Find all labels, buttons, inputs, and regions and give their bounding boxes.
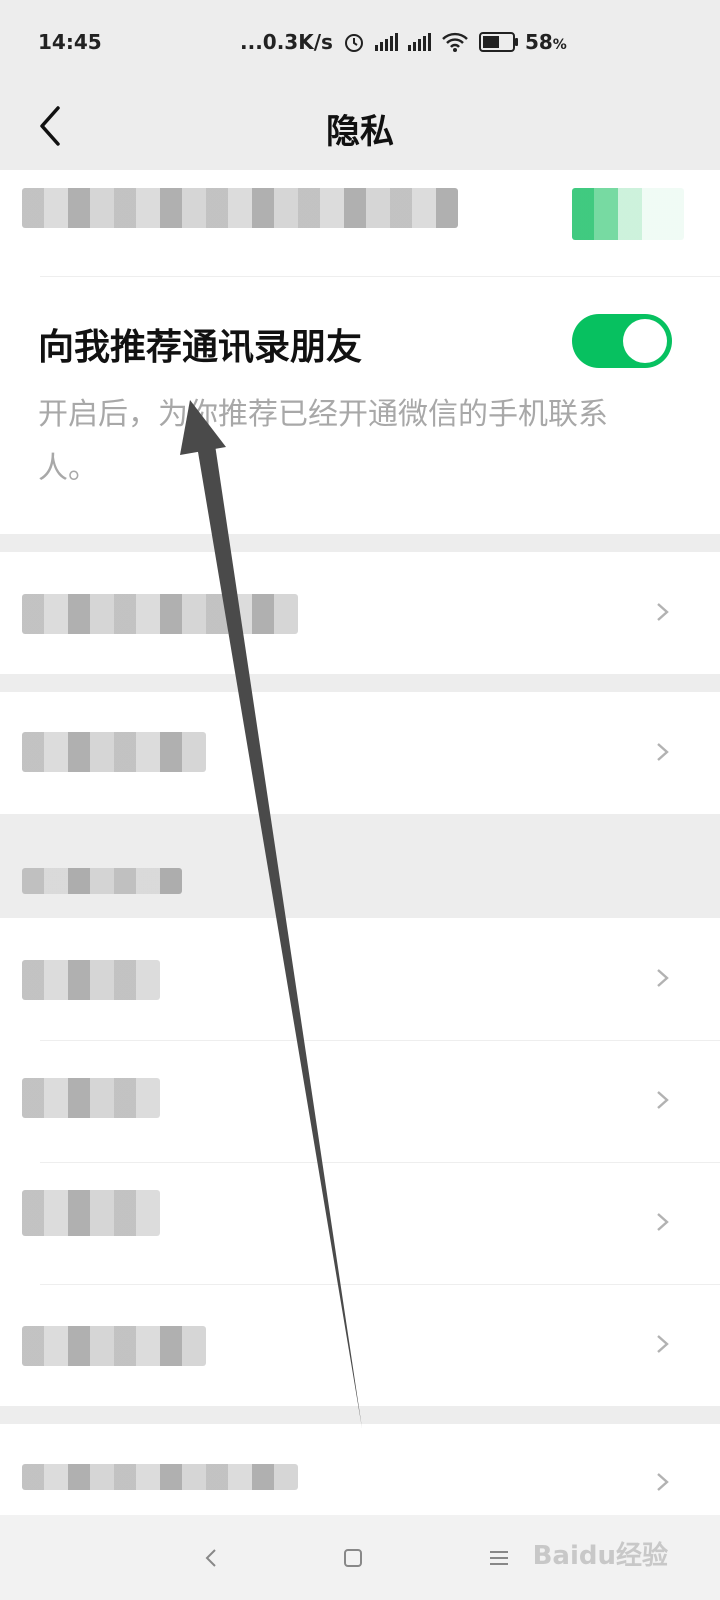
chevron-right-icon (657, 1213, 669, 1231)
blurred-item-label (22, 1326, 206, 1366)
chevron-right-icon (657, 969, 669, 987)
status-indicators: ...0.3K/s 58% (240, 30, 567, 54)
list-item[interactable] (0, 1284, 720, 1406)
blurred-setting-label (22, 188, 458, 228)
signal-icon (374, 33, 398, 51)
list-item[interactable] (0, 918, 720, 1040)
list-item[interactable] (0, 552, 720, 674)
list-item[interactable] (0, 1040, 720, 1162)
recommend-contacts-toggle[interactable] (572, 314, 672, 368)
baidu-watermark: Baidu经验 (532, 1541, 668, 1571)
list-item[interactable] (0, 692, 720, 814)
nav-menu-icon[interactable] (484, 1543, 514, 1573)
status-bar: 14:45 ...0.3K/s 58% (0, 0, 720, 86)
network-speed: ...0.3K/s (240, 30, 333, 54)
page-title: 隐私 (326, 112, 394, 152)
blurred-item-label (22, 1464, 298, 1490)
toggle-knob (623, 319, 667, 363)
list-item[interactable] (0, 1162, 720, 1284)
battery-icon (478, 32, 518, 52)
recommend-contacts-label: 向我推荐通讯录朋友 (38, 327, 363, 368)
recommend-contacts-description: 开启后，为你推荐已经开通微信的手机联系人。 (38, 397, 608, 486)
chevron-right-icon (657, 1473, 669, 1491)
system-nav-bar: Baidu经验 (0, 1515, 720, 1600)
signal-icon (407, 33, 431, 51)
list-item[interactable] (0, 1424, 720, 1515)
nav-home-icon[interactable] (338, 1543, 368, 1573)
wifi-icon (442, 32, 468, 52)
nav-bar: 隐私 (0, 86, 720, 170)
chevron-right-icon (657, 603, 669, 621)
chevron-right-icon (657, 1335, 669, 1353)
privacy-card-group (0, 918, 720, 1406)
chevron-right-icon (657, 743, 669, 761)
status-time: 14:45 (38, 30, 102, 54)
blurred-toggle[interactable] (572, 188, 684, 240)
battery-percent: 58% (524, 30, 567, 54)
nav-back-icon[interactable] (196, 1543, 226, 1573)
blurred-item-label (22, 1078, 160, 1118)
section-header (0, 820, 720, 920)
alarm-icon (344, 34, 363, 52)
battery-fill (482, 36, 499, 48)
blurred-item-label (22, 960, 160, 1000)
blurred-item-label (22, 594, 298, 634)
chevron-right-icon (657, 1091, 669, 1109)
divider (40, 276, 720, 277)
blurred-item-label (22, 732, 206, 772)
blurred-item-label (22, 1190, 160, 1236)
blurred-section-title (22, 868, 182, 894)
